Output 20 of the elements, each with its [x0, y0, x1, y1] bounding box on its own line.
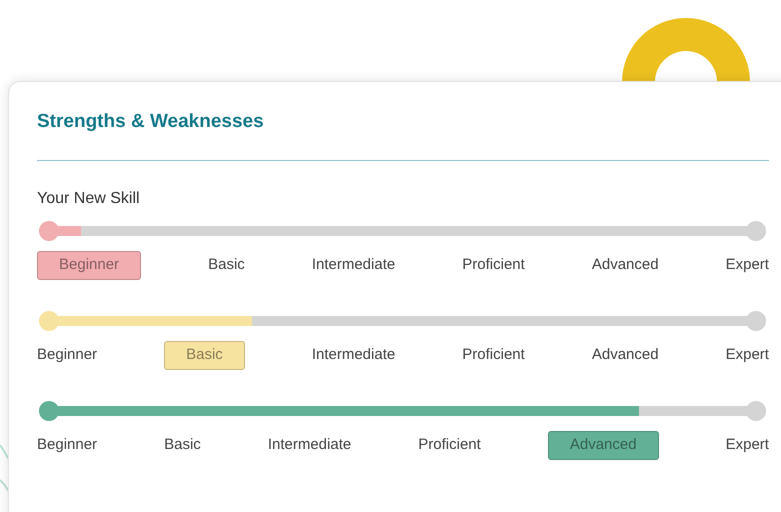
level-option[interactable]: Beginner	[37, 434, 98, 457]
level-option[interactable]: Expert	[726, 344, 769, 367]
slider-thumb[interactable]	[39, 220, 59, 240]
level-option[interactable]: Expert	[726, 254, 769, 277]
level-option[interactable]: Advanced	[592, 254, 659, 277]
level-option[interactable]: Basic	[208, 254, 245, 277]
level-option[interactable]: Proficient	[418, 434, 481, 457]
level-option[interactable]: Beginner	[37, 344, 98, 367]
level-option[interactable]: Proficient	[462, 254, 525, 277]
level-option[interactable]: Intermediate	[268, 434, 352, 457]
level-option[interactable]: Intermediate	[312, 254, 396, 277]
level-option[interactable]: Proficient	[462, 344, 525, 367]
level-option[interactable]: Advanced	[592, 344, 659, 367]
card-title: Strengths & Weaknesses	[37, 108, 769, 160]
level-option[interactable]: Basic	[164, 434, 201, 457]
level-option[interactable]: Expert	[726, 434, 769, 457]
skill-label: Your New Skill	[37, 188, 141, 208]
slider-thumb[interactable]	[39, 400, 59, 420]
level-option[interactable]: Intermediate	[312, 344, 396, 367]
slider-thumb[interactable]	[39, 310, 59, 330]
